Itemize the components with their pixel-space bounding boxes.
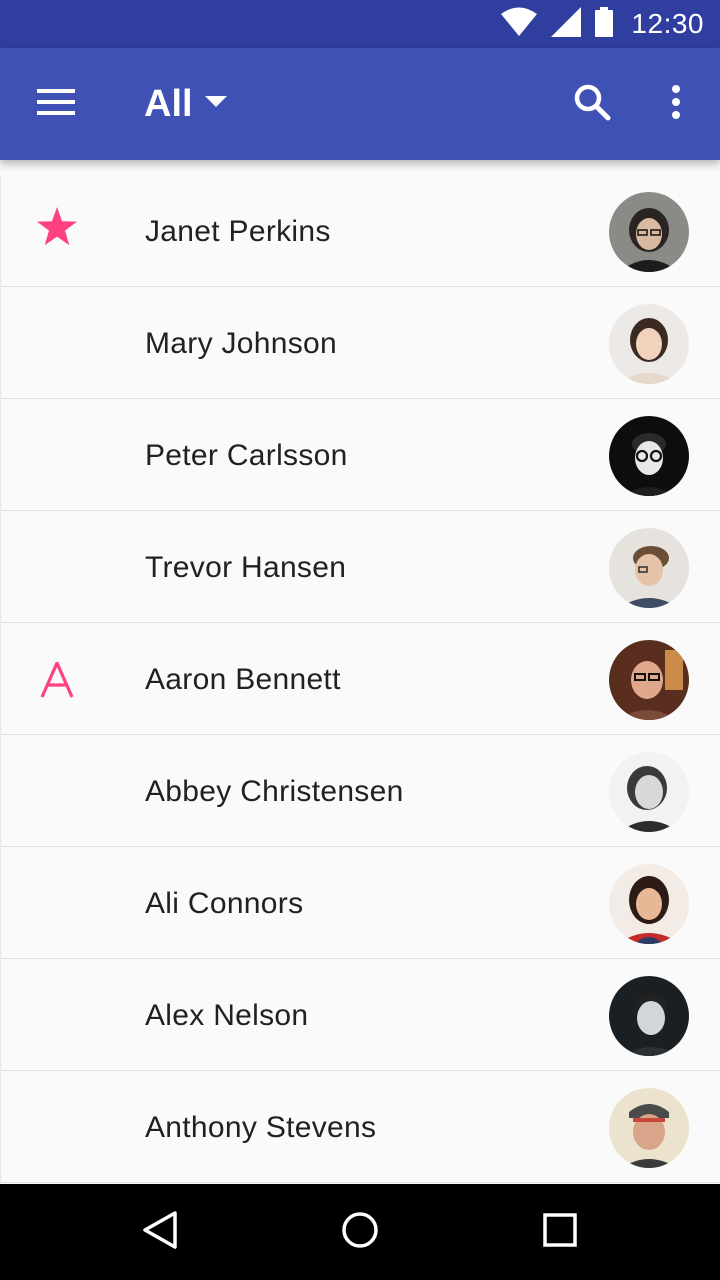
- status-icons: 12:30: [501, 0, 704, 48]
- battery-icon: [595, 6, 614, 42]
- list-item[interactable]: Mary Johnson: [0, 288, 720, 399]
- home-button[interactable]: [328, 1200, 392, 1264]
- avatar: [609, 864, 689, 944]
- more-vert-icon: [671, 84, 681, 125]
- list-item[interactable]: Peter Carlsson: [0, 400, 720, 511]
- search-icon: [573, 83, 611, 126]
- wifi-icon: [501, 7, 538, 42]
- list-item[interactable]: Alex Nelson: [0, 960, 720, 1071]
- status-bar: 12:30: [0, 0, 720, 48]
- system-nav-bar: [0, 1184, 720, 1280]
- contact-name: Abbey Christensen: [145, 774, 404, 808]
- avatar: [609, 192, 689, 272]
- back-icon: [142, 1210, 178, 1255]
- menu-button[interactable]: [24, 72, 88, 136]
- list-item[interactable]: Abbey Christensen: [0, 736, 720, 847]
- list-item[interactable]: Janet Perkins: [0, 176, 720, 287]
- list-item[interactable]: Trevor Hansen: [0, 512, 720, 623]
- back-button[interactable]: [128, 1200, 192, 1264]
- menu-icon: [37, 88, 75, 121]
- page-title: All: [144, 82, 193, 125]
- contact-name: Janet Perkins: [145, 214, 331, 248]
- cell-signal-icon: [551, 6, 582, 42]
- search-button[interactable]: [560, 72, 624, 136]
- contact-list[interactable]: Janet Perkins Mary Johnson Peter Carlsso: [0, 160, 720, 1184]
- avatar: [609, 752, 689, 832]
- filter-dropdown[interactable]: All: [144, 76, 227, 132]
- recents-icon: [543, 1212, 577, 1252]
- home-icon: [341, 1211, 379, 1254]
- favorites-section-marker: [21, 176, 93, 287]
- avatar: [609, 304, 689, 384]
- list-item[interactable]: Anthony Stevens: [0, 1072, 720, 1183]
- avatar: [609, 1088, 689, 1168]
- avatar: [609, 640, 689, 720]
- contact-name: Mary Johnson: [145, 326, 338, 360]
- contact-name: Ali Connors: [145, 886, 304, 920]
- more-options-button[interactable]: [646, 72, 706, 136]
- contact-name: Peter Carlsson: [145, 438, 348, 472]
- recents-button[interactable]: [528, 1200, 592, 1264]
- letter-a-glyph: [40, 661, 74, 698]
- avatar: [609, 416, 689, 496]
- contact-name: Anthony Stevens: [145, 1110, 377, 1144]
- avatar: [609, 528, 689, 608]
- section-letter-marker: [21, 624, 93, 735]
- contact-name: Aaron Bennett: [145, 662, 341, 696]
- app-bar: All: [0, 48, 720, 160]
- list-item[interactable]: Aaron Bennett: [0, 624, 720, 735]
- contact-name: Alex Nelson: [145, 998, 309, 1032]
- status-time: 12:30: [631, 8, 704, 39]
- list-item[interactable]: Ali Connors: [0, 848, 720, 959]
- dropdown-arrow-icon: [204, 95, 227, 113]
- avatar: [609, 976, 689, 1056]
- star-icon: [36, 206, 78, 257]
- contact-name: Trevor Hansen: [145, 550, 347, 584]
